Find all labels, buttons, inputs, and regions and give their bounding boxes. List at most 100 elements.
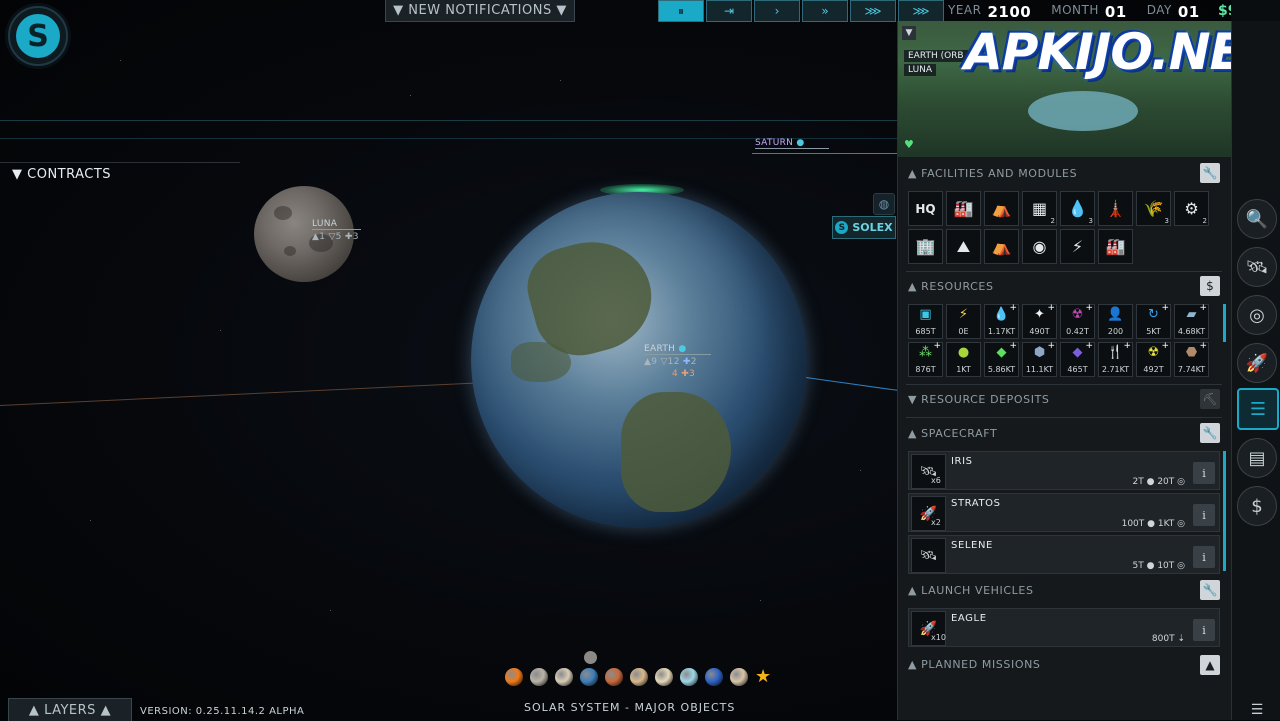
uranus-planet-button[interactable] [680,668,698,686]
pluto-planet-button[interactable] [730,668,748,686]
venus-planet-button[interactable] [555,668,573,686]
stack-tool-button[interactable]: ☰ [1237,388,1279,430]
time-step-button[interactable]: ⇥ [706,0,752,22]
resources-scrollbar[interactable] [1223,304,1226,342]
facility-slot[interactable]: ⛺ [984,229,1019,264]
jupiter-planet-button[interactable] [630,668,648,686]
launch-vehicles-header[interactable]: ▲ LAUNCH VEHICLES [908,584,1034,597]
earth-planet-button[interactable] [580,668,598,686]
mercury-planet-button[interactable] [530,668,548,686]
resource-slot[interactable]: ◆ 465T + [1060,341,1095,377]
resource-slot[interactable]: ✦ 490T + [1022,303,1057,339]
satellite-tool-button[interactable]: 🛰 [1237,247,1277,287]
facility-slot[interactable]: ◉ [1022,229,1057,264]
launch-wrench-button[interactable]: 🔧 [1200,580,1220,600]
resource-slot[interactable]: ⬣ 7.74KT + [1174,341,1209,377]
resource-slot[interactable]: 🍴 2.71KT + [1098,341,1133,377]
contracts-toggle[interactable]: ▼ CONTRACTS [12,167,111,182]
time-play-button[interactable]: › [754,0,800,22]
craft-row[interactable]: 🛰 x6 IRIS 2T ● 20T ◎ i [908,451,1220,490]
resource-slot[interactable]: ☢ 0.42T + [1060,303,1095,339]
saturn-planet-button[interactable] [655,668,673,686]
resource-icon: ◆ [996,345,1007,360]
resource-slot[interactable]: ⚡ 0E [946,304,981,339]
resource-slot[interactable]: ☢ 492T + [1136,341,1171,377]
facility-slot[interactable]: 🏭 [946,191,981,226]
earth-stats: ▲9 ▽12 ✚2 [644,357,697,367]
facilities-header[interactable]: ▲ FACILITIES AND MODULES [908,167,1077,180]
notifications-dropdown[interactable]: ▼ NEW NOTIFICATIONS ▼ [385,0,575,22]
resource-slot[interactable]: 💧 1.17KT + [984,303,1019,339]
earth-tag[interactable]: EARTH ● ▲9 ▽12 ✚2 4 ✚3 [644,344,711,379]
facility-slot[interactable]: 🌾 3 [1136,191,1171,226]
earth-planet[interactable] [471,192,807,528]
facility-slot[interactable]: ⚡ [1060,229,1095,264]
craft-row[interactable]: 🛰 SELENE 5T ● 10T ◎ i [908,535,1220,574]
finance-tool-button[interactable]: $ [1237,486,1277,526]
resources-header[interactable]: ▲ RESOURCES [908,280,994,293]
resource-slot[interactable]: ◆ 5.86KT + [984,341,1019,377]
hero-tab-luna[interactable]: LUNA [904,64,937,76]
mars-planet-button[interactable] [605,668,623,686]
rocket-tool-button[interactable]: 🚀 [1237,343,1277,383]
facility-slot[interactable]: ⛺ [984,191,1019,226]
moon-selector-icon[interactable] [584,651,597,664]
habitable-icon: ♥ [904,138,914,151]
search-tool-button[interactable]: 🔍 [1237,199,1277,239]
ledger-tool-button[interactable]: ▤ [1237,438,1277,478]
facility-slot[interactable]: 🏭 [1098,229,1133,264]
resource-value: 5KT [1146,327,1161,336]
spacecraft-wrench-button[interactable]: 🔧 [1200,423,1220,443]
craft-info-button[interactable]: i [1193,462,1215,484]
deposits-button[interactable]: ⛏ [1200,389,1220,409]
resource-slot[interactable]: ⬢ 11.1KT + [1022,341,1057,377]
craft-row[interactable]: 🚀 x2 STRATOS 100T ● 1KT ◎ i [908,493,1220,532]
layers-toggle[interactable]: ▲ LAYERS ▲ [8,698,132,721]
facility-slot[interactable]: ⚙ 2 [1174,191,1209,226]
time-fastest-button[interactable]: ⋙ [898,0,944,22]
resource-slot[interactable]: ↻ 5KT + [1136,303,1171,339]
craft-info-button[interactable]: i [1193,504,1215,526]
orbit-tool-button[interactable]: ◎ [1237,295,1277,335]
planned-missions-header[interactable]: ▲ PLANNED MISSIONS [908,658,1040,671]
resource-value: 200 [1107,327,1124,336]
craft-row[interactable]: 🚀 x10 EAGLE 800T ⇣ i [908,608,1220,647]
favorite-star-icon[interactable]: ★ [755,668,773,686]
facility-slot[interactable]: 🏢 [908,229,943,264]
neptune-planet-button[interactable] [705,668,723,686]
time-faster-button[interactable]: ⋙ [850,0,896,22]
triangle-down-icon: ▼ [12,167,28,182]
planned-missions-button[interactable]: ▲ [1200,655,1220,675]
facility-slot[interactable]: ▦ 2 [1022,191,1057,226]
spacecraft-scrollbar[interactable] [1223,451,1226,571]
hero-tab-earth[interactable]: EARTH (ORB [904,50,968,62]
solex-button[interactable]: S SOLEX [832,216,896,239]
facilities-wrench-button[interactable]: 🔧 [1200,163,1220,183]
luna-tag[interactable]: LUNA ▲1 ▽5 ✚3 [312,219,362,242]
craft-info-button[interactable]: i [1193,619,1215,641]
main-menu-button[interactable]: ☰ [1245,701,1269,719]
company-logo[interactable]: S [8,6,68,66]
spacecraft-header[interactable]: ▲ SPACECRAFT [908,427,997,440]
collapse-panel-button[interactable]: ▼ [902,26,916,40]
sun-planet-button[interactable] [505,668,523,686]
resource-slot[interactable]: ⁂ 876T + [908,341,943,377]
resource-slot[interactable]: ▣ 685T [908,304,943,339]
saturn-tag[interactable]: SATURN ● [755,138,829,149]
solex-logo-icon: S [835,221,849,234]
deposits-header[interactable]: ▼ RESOURCE DEPOSITS [908,393,1050,406]
facility-slot[interactable]: HQ [908,191,943,226]
facility-slot[interactable]: ⛰ [946,229,981,264]
resource-value: 11.1KT [1025,365,1054,374]
facility-slot[interactable]: 💧 3 [1060,191,1095,226]
resource-slot[interactable]: ● 1KT [946,342,981,377]
time-fast-button[interactable]: » [802,0,848,22]
facility-slot[interactable]: 🗼 [1098,191,1133,226]
globe-button[interactable]: ◍ [873,193,895,215]
resource-slot[interactable]: 👤 200 [1098,304,1133,339]
right-toolbar: 🔍 🛰 ◎ 🚀 ☰ ▤ $ [1231,21,1280,720]
resources-finance-button[interactable]: $ [1200,276,1220,296]
craft-info-button[interactable]: i [1193,546,1215,568]
resource-slot[interactable]: ▰ 4.68KT + [1174,303,1209,339]
time-pause-button[interactable]: ⏸ [658,0,704,22]
